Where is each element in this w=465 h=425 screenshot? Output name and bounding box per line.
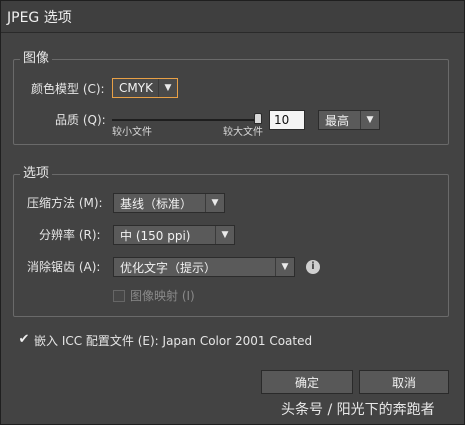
resolution-select[interactable]: 中 (150 ppi) ▼ [113,225,235,245]
resolution-value: 中 (150 ppi) [120,228,191,243]
ok-button[interactable]: 确定 [261,370,353,394]
embed-icc-label: 嵌入 ICC 配置文件 (E): Japan Color 2001 Coated [34,334,313,348]
slider-max-label: 较大文件 [223,127,263,138]
quality-preset-select[interactable]: 最高 ▼ [318,110,380,130]
quality-label: 品质 (Q): [55,113,106,127]
color-model-label: 颜色模型 (C): [31,82,105,96]
info-icon[interactable]: i [306,260,320,274]
chevron-down-icon: ▼ [275,258,294,276]
chevron-down-icon: ▼ [360,111,379,129]
color-model-value: CMYK [119,81,153,95]
options-group-title: 选项 [20,166,53,182]
compression-label: 压缩方法 (M): [27,196,103,210]
quality-preset-value: 最高 [325,113,350,128]
slider-min-label: 较小文件 [112,127,152,138]
chevron-down-icon: ▼ [205,194,224,212]
chevron-down-icon: ▼ [158,79,177,97]
jpeg-options-dialog: JPEG 选项 图像 颜色模型 (C): CMYK ▼ 品质 (Q): 较小文件… [0,0,465,425]
embed-icc-checkbox[interactable]: ✔ [18,333,30,346]
watermark-text: 头条号 / 阳光下的奔跑者 [281,402,435,418]
antialias-value: 优化文字（提示） [120,260,217,275]
antialias-select[interactable]: 优化文字（提示） ▼ [113,257,295,277]
quality-slider-thumb[interactable] [254,113,262,124]
compression-select[interactable]: 基线（标准） ▼ [113,193,225,213]
quality-slider-track[interactable] [112,119,261,121]
cancel-button[interactable]: 取消 [359,370,449,394]
antialias-label: 消除锯齿 (A): [27,260,101,274]
color-model-select[interactable]: CMYK ▼ [112,78,178,98]
dialog-title: JPEG 选项 [7,9,72,26]
image-group-title: 图像 [20,51,53,67]
image-map-checkbox[interactable] [113,290,125,302]
image-map-label: 图像映射 (I) [130,289,195,303]
resolution-label: 分辨率 (R): [39,228,101,242]
dialog-title-bar: JPEG 选项 [1,1,464,33]
compression-value: 基线（标准） [120,196,193,211]
quality-value-input[interactable]: 10 [269,110,305,130]
chevron-down-icon: ▼ [215,226,234,244]
